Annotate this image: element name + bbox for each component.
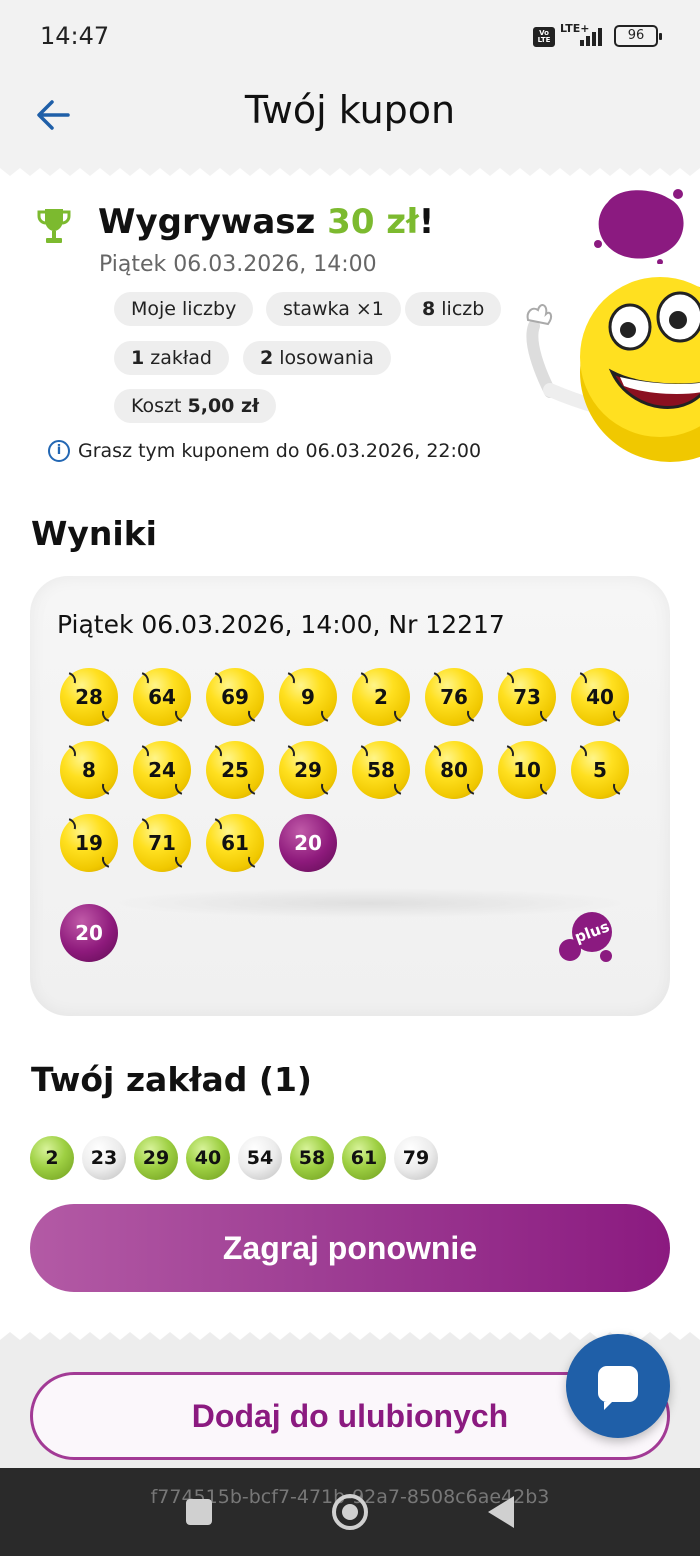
chat-icon [598,1366,638,1410]
drawn-ball: 8 [60,741,118,799]
system-nav-bar: f774515b-bcf7-471b-92a7-8508c6ae42b3 [0,1468,700,1556]
bet-ball-hit: 40 [186,1136,230,1180]
divider-shadow [110,888,630,918]
draw-date: Piątek 06.03.2026, 14:00 [99,252,377,277]
drawn-ball: 61 [206,814,264,872]
bet-ball-miss: 79 [394,1136,438,1180]
bet-ball-miss: 23 [82,1136,126,1180]
status-time: 14:47 [40,22,110,50]
recent-apps-icon[interactable] [186,1499,212,1525]
drawn-ball: 69 [206,668,264,726]
multi-multi-logo [594,189,684,264]
info-line: i Grasz tym kuponem do 06.03.2026, 22:00 [48,440,481,462]
plus-ball: 20 [60,904,118,962]
chip-number-count: 8 liczb [405,292,502,326]
drawn-ball: 64 [133,668,191,726]
home-icon[interactable] [332,1494,368,1530]
results-title: Wyniki [31,514,157,553]
drawn-ball: 25 [206,741,264,799]
zigzag-edge-top [0,162,700,176]
mascot-illustration [526,277,700,462]
volte-icon: Vo LTE [533,27,555,47]
drawn-ball: 9 [279,668,337,726]
chip-stake: stawka ×1 [266,292,401,326]
win-amount: 30 zł [327,202,419,242]
page-title: Twój kupon [244,88,456,132]
bet-ball-hit: 2 [30,1136,74,1180]
drawn-ball: 19 [60,814,118,872]
play-again-button[interactable]: Zagraj ponownie [30,1204,670,1292]
status-bar: 14:47 Vo LTE LTE+ 96 [0,0,700,72]
drawn-ball: 73 [498,668,556,726]
bet-ball-miss: 54 [238,1136,282,1180]
drawn-ball: 5 [571,741,629,799]
win-suffix: ! [418,202,435,242]
chip-my-numbers: Moje liczby [114,292,254,326]
drawn-ball: 71 [133,814,191,872]
chip-bets: 1 zakład [114,341,229,375]
drawn-ball: 29 [279,741,337,799]
drawn-ball: 40 [571,668,629,726]
bet-title: Twój zakład (1) [31,1060,313,1099]
battery-icon: 96 [614,25,662,47]
drawn-ball: 28 [60,668,118,726]
win-prefix: Wygrywasz [98,202,328,242]
nav-back-icon[interactable] [488,1496,514,1528]
app-bar: Twój kupon [0,72,700,162]
chip-draws: 2 losowania [243,341,391,375]
drawn-ball: 10 [498,741,556,799]
results-draw-label: Piątek 06.03.2026, 14:00, Nr 12217 [57,610,505,639]
special-ball: 20 [279,814,337,872]
info-text: Grasz tym kuponem do 06.03.2026, 22:00 [78,440,482,462]
results-card: Piątek 06.03.2026, 14:00, Nr 12217 28 64 6… [30,576,670,1016]
info-icon: i [48,440,70,462]
coupon-card: Wygrywasz 30 zł! Piątek 06.03.2026, 14:0… [0,162,700,1340]
signal-icon [578,26,604,46]
win-headline: Wygrywasz 30 zł! [98,202,434,242]
drawn-ball: 2 [352,668,410,726]
drawn-ball: 76 [425,668,483,726]
bet-ball-hit: 58 [290,1136,334,1180]
trophy-icon [37,209,71,243]
drawn-ball: 80 [425,741,483,799]
bet-ball-hit: 29 [134,1136,178,1180]
drawn-ball: 24 [133,741,191,799]
chat-button[interactable] [566,1334,670,1438]
bet-ball-hit: 61 [342,1136,386,1180]
drawn-ball: 58 [352,741,410,799]
plus-logo: plus [559,912,612,962]
chip-cost: Koszt 5,00 zł [114,389,277,423]
